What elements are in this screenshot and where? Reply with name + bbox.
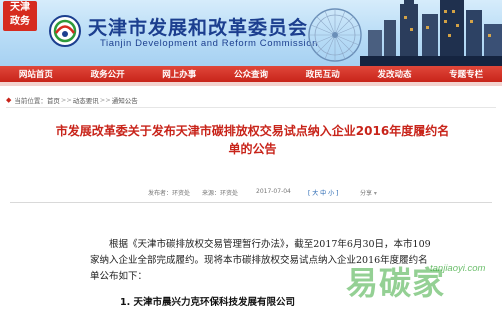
breadcrumb-prefix: 当前位置： [14,97,47,105]
nav-item-public-query[interactable]: 公众查询 [215,68,287,80]
font-size-toggle[interactable]: [ 大 中 小 ] [308,188,338,197]
site-subtitle: Tianjin Development and Reform Commissio… [100,38,319,49]
list-item: 1. 天津市晨兴力克环保科技发展有限公司 [120,297,296,308]
breadcrumb-item-news[interactable]: 动态要讯 [73,95,99,105]
article-title: 市发展改革委关于发布天津市碳排放权交易试点纳入企业2016年度履约名单的公告 [55,124,450,156]
meta-source: 来源：环资处 [202,190,239,197]
meta-publisher: 发布者：环资处 [148,190,191,197]
article-meta: 发布者：环资处 来源：环资处 2017-07-04 [ 大 中 小 ] 分享 ▾ [0,186,502,198]
main-nav: 网站首页 政务公开 网上办事 公众查询 政民互动 发改动态 专题专栏 [0,66,502,82]
nav-item-special-topics[interactable]: 专题专栏 [430,68,502,80]
meta-date: 2017-07-04 [256,188,291,195]
breadcrumb-separator: >> [60,96,72,104]
nav-item-news[interactable]: 发改动态 [359,68,431,80]
site-title: 天津市发展和改革委员会 [88,17,309,39]
breadcrumb-item-notices[interactable]: 通知公告 [112,95,138,105]
share-plus-icon: ▾ [372,190,377,197]
meta-divider [10,202,492,203]
share-label: 分享 [360,190,373,197]
nav-item-online-services[interactable]: 网上办事 [143,68,215,80]
breadcrumb: ◆ 当前位置： 首页 >> 动态要讯 >> 通知公告 [6,93,496,108]
site-banner: 天津 政务 天津市发展和改革委员会 Tianjin Development and… [0,0,502,66]
tianjin-seal-logo: 天津 政务 [3,1,37,31]
nav-divider [0,82,502,86]
nav-item-interaction[interactable]: 政民互动 [287,68,359,80]
city-skyline-illustration [360,0,502,66]
share-button[interactable]: 分享 ▾ [360,188,377,197]
breadcrumb-separator: >> [99,96,111,104]
nav-item-gov-affairs[interactable]: 政务公开 [72,68,144,80]
commission-emblem-icon [49,15,81,47]
watermark-url: tanjiaoyi.com [430,263,486,274]
nav-item-home[interactable]: 网站首页 [0,68,72,80]
location-pin-icon: ◆ [6,96,12,104]
breadcrumb-item-home[interactable]: 首页 [47,95,60,105]
